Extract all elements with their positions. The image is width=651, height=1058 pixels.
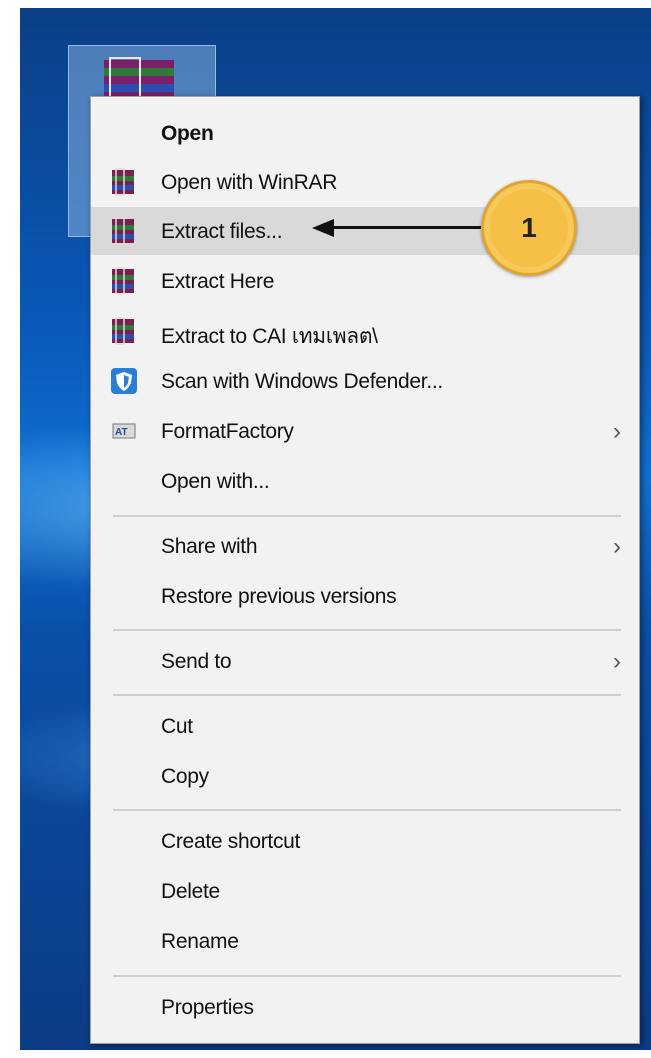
menu-separator: [113, 975, 621, 977]
chevron-right-icon: ›: [613, 533, 621, 560]
svg-text:AT: AT: [115, 427, 128, 438]
menu-item-open[interactable]: Open: [91, 109, 639, 157]
menu-item-rename[interactable]: Rename: [91, 917, 639, 965]
winrar-icon: [112, 217, 134, 245]
winrar-icon: [112, 317, 134, 345]
menu-item-label: Open: [161, 122, 214, 145]
chevron-right-icon: ›: [613, 648, 621, 675]
menu-item-formatfactory[interactable]: AT FormatFactory ›: [91, 407, 639, 455]
menu-item-label: Rename: [161, 930, 239, 953]
menu-item-label: Open with WinRAR: [161, 171, 338, 194]
menu-item-label: Open with...: [161, 470, 270, 493]
menu-item-label: Share with: [161, 535, 258, 558]
winrar-icon: [112, 168, 134, 196]
menu-item-label: Copy: [161, 765, 209, 788]
menu-item-extract-to-folder[interactable]: Extract to CAI เทมเพลต\: [91, 307, 639, 355]
menu-item-open-with[interactable]: Open with...: [91, 457, 639, 505]
windows-defender-icon: [111, 368, 137, 394]
callout-arrow-line: [330, 226, 490, 229]
callout-arrow-icon: [312, 219, 334, 237]
menu-separator: [113, 515, 621, 517]
menu-item-scan-windows-defender[interactable]: Scan with Windows Defender...: [91, 357, 639, 405]
winrar-icon: [112, 267, 134, 295]
menu-item-label: FormatFactory: [161, 420, 294, 443]
menu-item-label: Delete: [161, 880, 220, 903]
formatfactory-icon: AT: [112, 423, 136, 439]
menu-item-label: Extract to CAI เทมเพลต\: [161, 325, 378, 348]
menu-item-label: Scan with Windows Defender...: [161, 370, 443, 393]
menu-item-label: Send to: [161, 650, 232, 673]
menu-item-copy[interactable]: Copy: [91, 752, 639, 800]
menu-item-delete[interactable]: Delete: [91, 867, 639, 915]
menu-item-restore-previous-versions[interactable]: Restore previous versions: [91, 572, 639, 620]
menu-separator: [113, 694, 621, 696]
callout-step-badge: 1: [481, 180, 577, 276]
menu-separator: [113, 629, 621, 631]
menu-item-label: Restore previous versions: [161, 585, 397, 608]
menu-item-create-shortcut[interactable]: Create shortcut: [91, 817, 639, 865]
menu-item-label: Create shortcut: [161, 830, 301, 853]
menu-item-label: Extract files...: [161, 220, 283, 243]
menu-item-label: Extract Here: [161, 270, 275, 293]
menu-item-properties[interactable]: Properties: [91, 983, 639, 1031]
menu-item-label: Cut: [161, 715, 193, 738]
menu-item-send-to[interactable]: Send to ›: [91, 637, 639, 685]
chevron-right-icon: ›: [613, 418, 621, 445]
menu-separator: [113, 809, 621, 811]
menu-item-cut[interactable]: Cut: [91, 702, 639, 750]
menu-item-label: Properties: [161, 996, 254, 1019]
menu-item-share-with[interactable]: Share with ›: [91, 522, 639, 570]
